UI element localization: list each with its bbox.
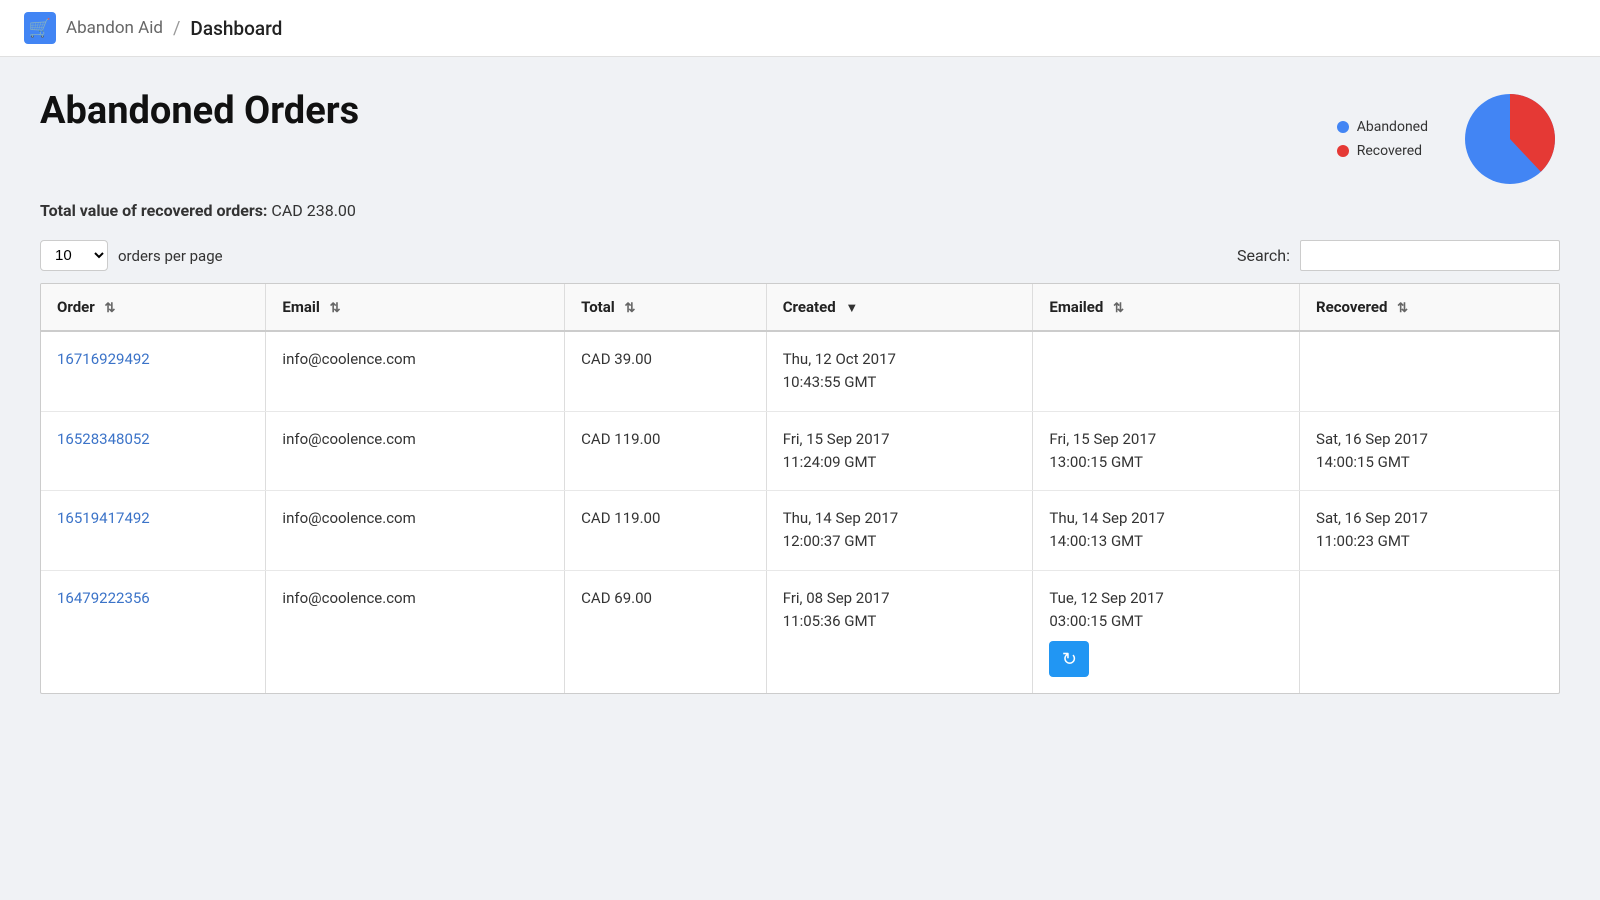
chart-area: Abandoned Recovered <box>1337 89 1560 189</box>
cell-emailed-0 <box>1033 331 1300 411</box>
legend-item-recovered: Recovered <box>1337 143 1428 159</box>
cell-recovered-0 <box>1300 331 1559 411</box>
sort-icon-order[interactable]: ⇅ <box>104 301 115 316</box>
col-created: Created ▼ <box>766 284 1033 331</box>
subtitle: Total value of recovered orders: CAD 238… <box>40 201 1560 220</box>
col-recovered: Recovered ⇅ <box>1300 284 1559 331</box>
search-row: Search: <box>1237 240 1560 271</box>
table-header-row: Order ⇅ Email ⇅ Total ⇅ Created ▼ <box>41 284 1559 331</box>
cell-order-0: 16716929492 <box>41 331 266 411</box>
abandoned-label: Abandoned <box>1357 119 1428 135</box>
col-total: Total ⇅ <box>565 284 767 331</box>
main-content: Abandoned Orders Abandoned Recovered <box>0 57 1600 900</box>
cell-email-1: info@coolence.com <box>266 411 565 491</box>
sort-icon-email[interactable]: ⇅ <box>330 301 341 316</box>
cell-total-2: CAD 119.00 <box>565 491 767 571</box>
cell-created-3: Fri, 08 Sep 201711:05:36 GMT <box>766 570 1033 693</box>
sort-icon-total[interactable]: ⇅ <box>624 301 635 316</box>
col-emailed: Emailed ⇅ <box>1033 284 1300 331</box>
order-link-2[interactable]: 16519417492 <box>57 509 150 527</box>
chart-legend: Abandoned Recovered <box>1337 119 1428 159</box>
order-link-0[interactable]: 16716929492 <box>57 350 150 368</box>
table-row: 16528348052 info@coolence.com CAD 119.00… <box>41 411 1559 491</box>
cell-emailed-2: Thu, 14 Sep 201714:00:13 GMT <box>1033 491 1300 571</box>
cell-emailed-1: Fri, 15 Sep 201713:00:15 GMT <box>1033 411 1300 491</box>
recovered-dot <box>1337 145 1349 157</box>
legend-item-abandoned: Abandoned <box>1337 119 1428 135</box>
page-name: Dashboard <box>190 17 282 40</box>
controls-row: 10 25 50 100 orders per page Search: <box>40 240 1560 271</box>
cell-order-3: 16479222356 <box>41 570 266 693</box>
cell-created-2: Thu, 14 Sep 201712:00:37 GMT <box>766 491 1033 571</box>
table-row: 16519417492 info@coolence.com CAD 119.00… <box>41 491 1559 571</box>
cell-order-2: 16519417492 <box>41 491 266 571</box>
order-link-1[interactable]: 16528348052 <box>57 430 150 448</box>
subtitle-label: Total value of recovered orders: <box>40 201 267 220</box>
sort-icon-recovered[interactable]: ⇅ <box>1397 301 1408 316</box>
cell-order-1: 16528348052 <box>41 411 266 491</box>
subtitle-value: CAD 238.00 <box>271 201 356 220</box>
cell-created-1: Fri, 15 Sep 201711:24:09 GMT <box>766 411 1033 491</box>
col-email: Email ⇅ <box>266 284 565 331</box>
cell-total-0: CAD 39.00 <box>565 331 767 411</box>
orders-table-wrapper: Order ⇅ Email ⇅ Total ⇅ Created ▼ <box>40 283 1560 694</box>
cell-recovered-1: Sat, 16 Sep 201714:00:15 GMT <box>1300 411 1559 491</box>
cell-created-0: Thu, 12 Oct 201710:43:55 GMT <box>766 331 1033 411</box>
pie-chart <box>1460 89 1560 189</box>
cell-emailed-3: Tue, 12 Sep 201703:00:15 GMT ↻ <box>1033 570 1300 693</box>
cell-recovered-2: Sat, 16 Sep 201711:00:23 GMT <box>1300 491 1559 571</box>
table-row: 16479222356 info@coolence.com CAD 69.00 … <box>41 570 1559 693</box>
per-page-control: 10 25 50 100 orders per page <box>40 240 223 271</box>
col-order: Order ⇅ <box>41 284 266 331</box>
top-bar: 🛒 Abandon Aid / Dashboard <box>0 0 1600 57</box>
cell-total-3: CAD 69.00 <box>565 570 767 693</box>
breadcrumb-separator: / <box>173 18 180 39</box>
order-link-3[interactable]: 16479222356 <box>57 589 150 607</box>
search-input[interactable] <box>1300 240 1560 271</box>
cart-icon: 🛒 <box>29 18 51 39</box>
refresh-button-3[interactable]: ↻ <box>1049 641 1089 677</box>
table-row: 16716929492 info@coolence.com CAD 39.00 … <box>41 331 1559 411</box>
cell-recovered-3 <box>1300 570 1559 693</box>
header-row: Abandoned Orders Abandoned Recovered <box>40 89 1560 189</box>
recovered-label: Recovered <box>1357 143 1422 159</box>
app-name: Abandon Aid <box>66 18 163 38</box>
orders-table: Order ⇅ Email ⇅ Total ⇅ Created ▼ <box>41 284 1559 693</box>
search-label: Search: <box>1237 246 1290 265</box>
app-logo-icon: 🛒 <box>24 12 56 44</box>
sort-icon-emailed[interactable]: ⇅ <box>1113 301 1124 316</box>
page-title: Abandoned Orders <box>40 89 359 133</box>
cell-email-3: info@coolence.com <box>266 570 565 693</box>
cell-total-1: CAD 119.00 <box>565 411 767 491</box>
cell-email-0: info@coolence.com <box>266 331 565 411</box>
sort-icon-created[interactable]: ▼ <box>845 300 858 316</box>
abandoned-dot <box>1337 121 1349 133</box>
per-page-select[interactable]: 10 25 50 100 <box>40 240 108 271</box>
cell-email-2: info@coolence.com <box>266 491 565 571</box>
per-page-label: orders per page <box>118 247 223 265</box>
